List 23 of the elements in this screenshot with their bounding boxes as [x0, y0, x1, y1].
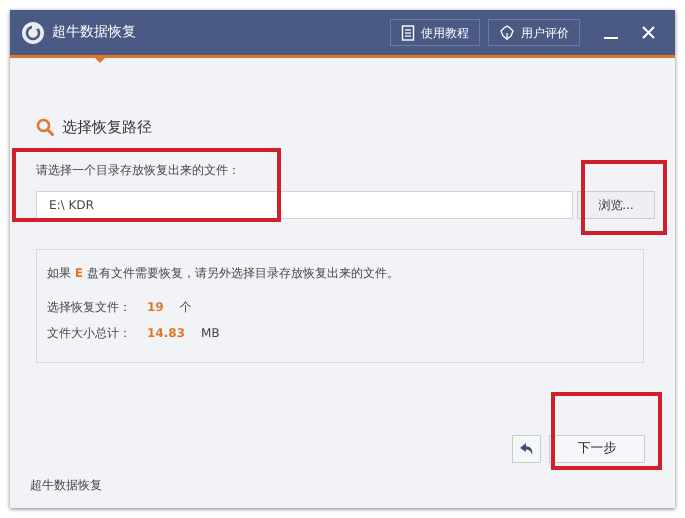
next-button[interactable]: 下一步 [549, 434, 645, 462]
stat-label: 选择恢复文件： [47, 298, 131, 316]
stat-label: 文件大小总计： [47, 324, 131, 342]
review-button[interactable]: 用户评价 [488, 19, 580, 46]
stat-unit: MB [200, 324, 220, 342]
back-button[interactable] [512, 434, 541, 462]
window-title: 超牛数据恢复 [52, 23, 136, 42]
document-icon [401, 24, 415, 40]
notice-text: 如果 E 盘有文件需要恢复，请另外选择目录存放恢复出来的文件。 [47, 264, 400, 282]
flower-icon [499, 24, 515, 40]
guide-button[interactable]: 使用教程 [390, 19, 480, 46]
path-field[interactable]: E:\ KDR [36, 190, 573, 218]
stat-value: 19 [147, 298, 164, 316]
search-icon [36, 118, 54, 136]
close-icon[interactable] [642, 26, 655, 39]
path-label: 请选择一个目录存放恢复出来的文件： [36, 162, 241, 178]
stat-value: 14.83 [147, 324, 185, 342]
logo-icon [22, 22, 44, 44]
stat-unit: 个 [180, 298, 192, 316]
back-arrow-icon [518, 440, 534, 456]
section-title: 选择恢复路径 [62, 117, 152, 138]
footer-text: 超牛数据恢复 [30, 477, 103, 494]
browse-button[interactable]: 浏览... [577, 190, 655, 218]
